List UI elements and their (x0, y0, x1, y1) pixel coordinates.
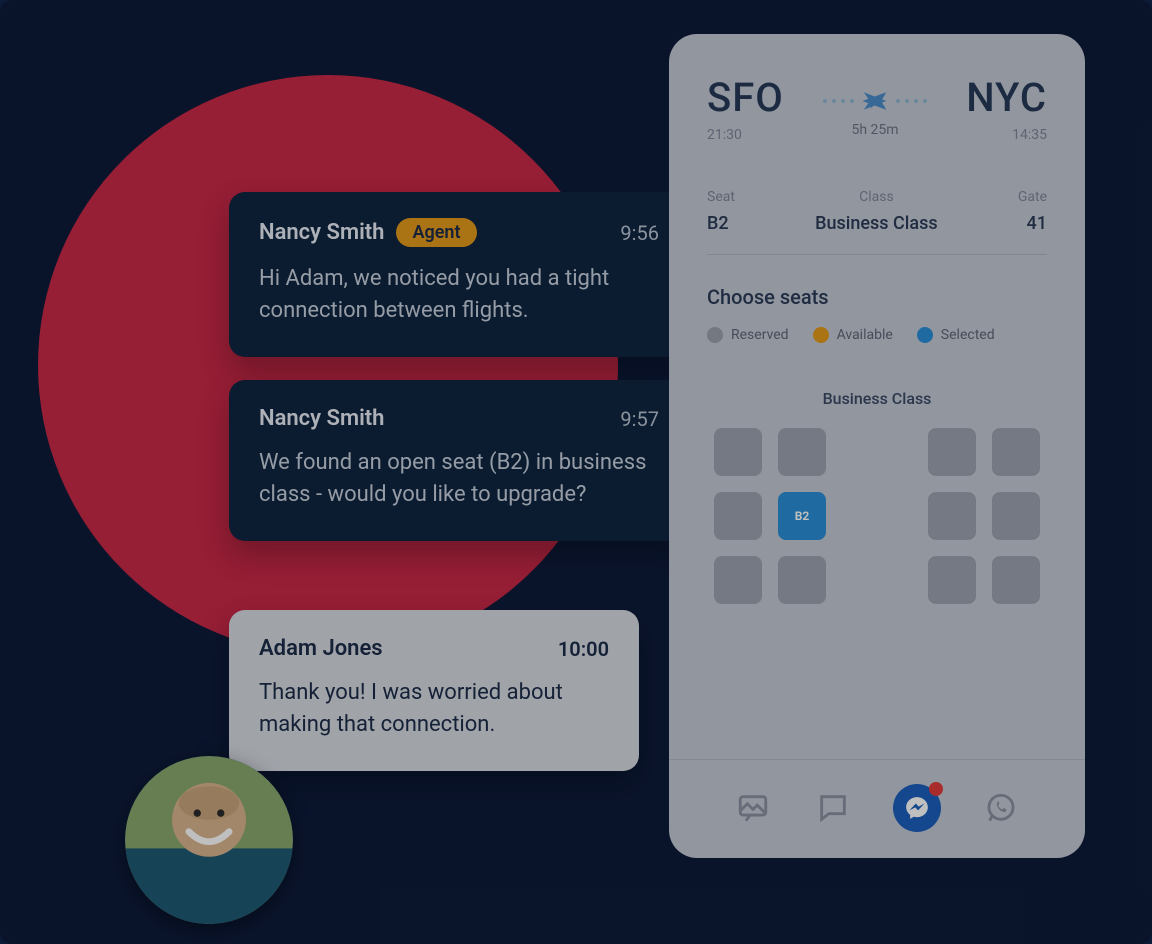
message-time: 9:57 (620, 407, 659, 431)
seat[interactable] (778, 428, 826, 476)
seat[interactable] (778, 556, 826, 604)
boarding-pass-panel: SFO 21:30 5h 25m NYC 14:35 Seat B2 Class… (669, 34, 1085, 858)
plane-icon (860, 86, 890, 116)
whatsapp-channel-icon[interactable] (981, 788, 1021, 828)
origin-code: SFO (707, 74, 784, 121)
seat-legend: Reserved Available Selected (707, 327, 1047, 343)
agent-message-1: Nancy Smith Agent 9:56 Hi Adam, we notic… (229, 192, 689, 357)
sender-name: Nancy Smith (259, 220, 384, 245)
dest-code: NYC (966, 74, 1047, 121)
origin-time: 21:30 (707, 127, 784, 143)
decorative-circle (38, 75, 618, 655)
class-value: Business Class (815, 213, 937, 234)
customer-avatar (125, 756, 293, 924)
gate-value: 41 (1018, 213, 1047, 234)
aisle (842, 492, 912, 540)
seat-label: Seat (707, 189, 735, 205)
notification-dot (929, 782, 943, 796)
messenger-channel-icon[interactable] (893, 784, 941, 832)
sender-name: Nancy Smith (259, 406, 384, 431)
aisle (842, 556, 912, 604)
message-body: Hi Adam, we noticed you had a tight conn… (259, 263, 659, 327)
customer-message: Adam Jones 10:00 Thank you! I was worrie… (229, 610, 639, 771)
class-label: Class (815, 189, 937, 205)
dest-time: 14:35 (966, 127, 1047, 143)
message-body: Thank you! I was worried about making th… (259, 677, 609, 741)
seat-value: B2 (707, 213, 735, 234)
flight-route: SFO 21:30 5h 25m NYC 14:35 (707, 74, 1047, 143)
seat[interactable] (992, 556, 1040, 604)
message-body: We found an open seat (B2) in business c… (259, 447, 659, 511)
selected-swatch (917, 327, 933, 343)
message-time: 10:00 (558, 637, 609, 661)
seat-selected[interactable]: B2 (778, 492, 826, 540)
seat-map: B2 (707, 428, 1047, 604)
legend-reserved: Reserved (731, 327, 789, 343)
seat[interactable] (714, 556, 762, 604)
agent-message-2: Nancy Smith 9:57 We found an open seat (… (229, 380, 689, 541)
channel-bar (669, 759, 1085, 832)
agent-badge: Agent (396, 218, 476, 247)
seat[interactable] (992, 428, 1040, 476)
seat[interactable] (928, 492, 976, 540)
available-swatch (813, 327, 829, 343)
seat[interactable] (714, 428, 762, 476)
seat[interactable] (928, 428, 976, 476)
chat-channel-icon[interactable] (813, 788, 853, 828)
choose-seats-title: Choose seats (707, 285, 1047, 309)
seat[interactable] (928, 556, 976, 604)
seat[interactable] (992, 492, 1040, 540)
reserved-swatch (707, 327, 723, 343)
legend-selected: Selected (941, 327, 995, 343)
flight-duration: 5h 25m (784, 122, 966, 138)
aisle (842, 428, 912, 476)
seat[interactable] (714, 492, 762, 540)
flight-info-row: Seat B2 Class Business Class Gate 41 (707, 189, 1047, 255)
gate-label: Gate (1018, 189, 1047, 205)
legend-available: Available (837, 327, 893, 343)
mms-channel-icon[interactable] (733, 788, 773, 828)
cabin-label: Business Class (707, 389, 1047, 408)
message-time: 9:56 (620, 221, 659, 245)
sender-name: Adam Jones (259, 636, 383, 661)
